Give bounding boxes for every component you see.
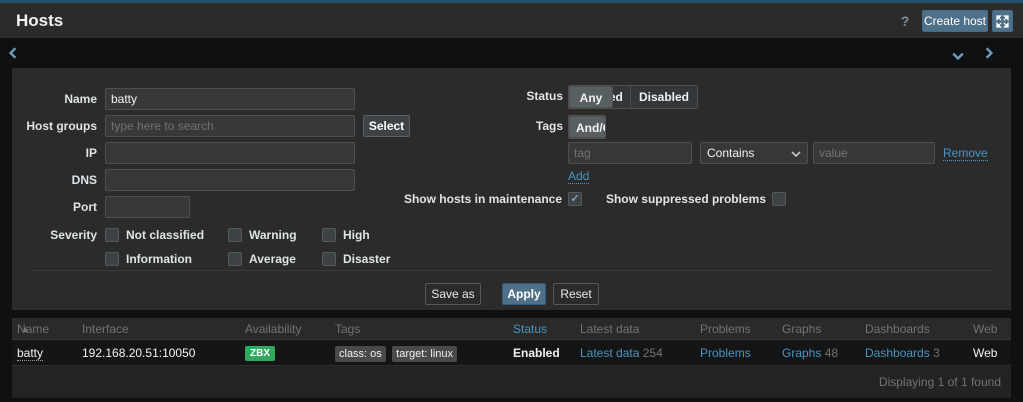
host-name-link[interactable]: batty (17, 346, 43, 361)
graphs-cell: Graphs 48 (782, 340, 838, 366)
hosts-table: Name▲ Interface Availability Tags Status… (12, 318, 1011, 398)
tags-option-andor[interactable]: And/Or (569, 116, 606, 138)
status-segmented-control: Any Enabled Disabled (568, 85, 698, 109)
port-input[interactable] (105, 196, 190, 218)
name-input[interactable] (105, 88, 355, 110)
tags-operator-segmented-control: And/Or Or (568, 115, 606, 139)
latest-data-cell: Latest data 254 (580, 340, 663, 366)
create-host-button[interactable]: Create host (922, 10, 988, 32)
table-header-row: Name▲ Interface Availability Tags Status… (12, 318, 1011, 340)
tag-operator-value: Contains (707, 146, 754, 160)
chevron-right-icon[interactable] (984, 47, 994, 62)
status-option-disabled[interactable]: Disabled (631, 86, 697, 108)
severity-option-label: Warning (249, 224, 297, 246)
host-groups-input[interactable] (105, 115, 355, 137)
dashboards-link[interactable]: Dashboards (865, 346, 930, 360)
tags-cell: class: os target: linux (335, 340, 460, 366)
column-header-tags: Tags (335, 318, 360, 340)
severity-information[interactable]: Information (105, 248, 192, 270)
severity-option-label: High (343, 224, 370, 246)
chevron-down-icon[interactable] (952, 50, 964, 64)
graphs-link[interactable]: Graphs (782, 346, 821, 360)
checkbox-information[interactable] (105, 252, 119, 266)
column-header-latest-data: Latest data (580, 318, 639, 340)
checkbox-average[interactable] (228, 252, 242, 266)
severity-option-label: Information (126, 248, 192, 270)
severity-label: Severity (12, 224, 97, 246)
graphs-count: 48 (825, 346, 838, 360)
severity-not-classified[interactable]: Not classified (105, 224, 204, 246)
severity-option-label: Disaster (343, 248, 390, 270)
problems-link[interactable]: Problems (700, 346, 751, 360)
tag-badge: class: os (335, 346, 386, 362)
severity-average[interactable]: Average (228, 248, 296, 270)
checkbox-warning[interactable] (228, 228, 242, 242)
status-cell: Enabled (513, 340, 560, 366)
port-label: Port (12, 196, 97, 218)
tags-label: Tags (413, 115, 563, 137)
host-groups-select-button[interactable]: Select (363, 115, 410, 137)
problems-cell: Problems (700, 340, 751, 366)
ip-input[interactable] (105, 142, 355, 164)
table-footer: Displaying 1 of 1 found (12, 366, 1011, 398)
show-maintenance-label: Show hosts in maintenance (312, 188, 562, 210)
kiosk-mode-button[interactable] (992, 10, 1013, 32)
tag-add-link[interactable]: Add (568, 169, 589, 184)
severity-warning[interactable]: Warning (228, 224, 297, 246)
web-cell-disabled: Web (973, 340, 997, 366)
filter-panel: Name Host groups IP DNS Port Severity Se… (12, 68, 1011, 310)
show-suppressed-label: Show suppressed problems (566, 188, 766, 210)
column-header-problems: Problems (700, 318, 751, 340)
table-row: batty 192.168.20.51:10050 ZBX class: os … (12, 340, 1011, 366)
latest-data-link[interactable]: Latest data (580, 346, 639, 360)
severity-high[interactable]: High (322, 224, 370, 246)
status-label: Status (413, 85, 563, 107)
name-label: Name (12, 88, 97, 110)
host-groups-label: Host groups (12, 115, 97, 137)
displaying-count-text: Displaying 1 of 1 found (879, 375, 1001, 389)
filter-divider (30, 270, 993, 271)
checkbox-high[interactable] (322, 228, 336, 242)
severity-disaster[interactable]: Disaster (322, 248, 390, 270)
dns-label: DNS (12, 169, 97, 191)
checkbox-disaster[interactable] (322, 252, 336, 266)
column-header-graphs: Graphs (782, 318, 821, 340)
filter-tab-bar (0, 38, 1023, 68)
severity-option-label: Average (249, 248, 296, 270)
dashboards-count: 3 (933, 346, 940, 360)
save-as-button[interactable]: Save as (425, 283, 481, 305)
column-header-status[interactable]: Status (513, 318, 547, 340)
reset-button[interactable]: Reset (553, 283, 599, 305)
ip-label: IP (12, 142, 97, 164)
dashboards-cell: Dashboards 3 (865, 340, 940, 366)
tag-remove-link[interactable]: Remove (943, 146, 988, 161)
chevron-left-icon[interactable] (8, 47, 18, 62)
page-header: Hosts ? Create host (0, 3, 1023, 38)
chevron-down-icon (791, 150, 801, 158)
checkbox-not-classified[interactable] (105, 228, 119, 242)
host-name-cell: batty (17, 340, 43, 366)
tag-operator-select[interactable]: Contains (700, 142, 808, 164)
tag-badge: target: linux (392, 346, 457, 362)
availability-cell: ZBX (245, 340, 275, 366)
zbx-availability-badge: ZBX (245, 346, 275, 361)
show-suppressed-checkbox[interactable] (772, 192, 786, 206)
expand-icon (996, 17, 1009, 31)
column-header-availability: Availability (245, 318, 301, 340)
column-header-dashboards: Dashboards (865, 318, 930, 340)
tag-name-input[interactable] (568, 142, 692, 164)
column-header-interface: Interface (82, 318, 129, 340)
sort-ascending-icon: ▲ (21, 318, 30, 340)
interface-cell: 192.168.20.51:10050 (82, 340, 195, 366)
column-header-web: Web (973, 318, 997, 340)
severity-option-label: Not classified (126, 224, 204, 246)
status-option-any[interactable]: Any (569, 86, 613, 108)
help-icon[interactable]: ? (897, 10, 913, 32)
page-title: Hosts (16, 3, 63, 38)
tag-value-input[interactable] (813, 142, 935, 164)
latest-data-count: 254 (643, 346, 663, 360)
apply-button[interactable]: Apply (502, 283, 546, 305)
